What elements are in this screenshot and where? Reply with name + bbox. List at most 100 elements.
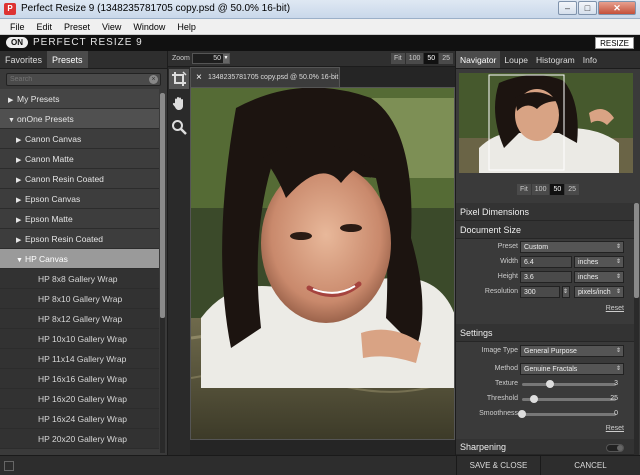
zoom-25-button[interactable]: 25: [439, 53, 453, 64]
settings-scrollbar[interactable]: [634, 203, 639, 455]
image-preview[interactable]: [190, 87, 455, 440]
height-field[interactable]: 3.6: [520, 271, 572, 283]
sharpening-toggle[interactable]: [606, 444, 624, 452]
tab-info[interactable]: Info: [579, 51, 601, 68]
tab-histogram[interactable]: Histogram: [532, 51, 579, 68]
preset-category[interactable]: ▶ Canon Resin Coated: [0, 169, 159, 189]
clear-search-icon[interactable]: ×: [149, 75, 158, 84]
preset-category[interactable]: ▶ Epson Resin Coated: [0, 229, 159, 249]
image-type-label: Image Type: [481, 347, 518, 354]
menu-file[interactable]: File: [4, 22, 31, 32]
nav-zoom-25-button[interactable]: 25: [565, 184, 580, 195]
width-unit-select[interactable]: inches ⇕: [574, 256, 624, 268]
updown-icon: ⇕: [615, 244, 621, 250]
resolution-stepper[interactable]: ⇕: [562, 286, 570, 298]
close-document-icon[interactable]: ×: [196, 72, 202, 83]
triangle-right-icon[interactable]: ▶: [16, 171, 25, 191]
width-unit-value: inches: [578, 259, 599, 266]
preset-item[interactable]: HP 8x10 Gallery Wrap: [0, 289, 159, 309]
preset-category[interactable]: ▼ onOne Presets: [0, 109, 159, 129]
resize-mode-button[interactable]: RESIZE: [595, 37, 634, 49]
zoom-tool-icon[interactable]: [169, 117, 189, 137]
method-label: Method: [494, 365, 518, 372]
triangle-down-icon[interactable]: ▼: [16, 251, 25, 271]
preset-category[interactable]: ▶ Epson Matte: [0, 209, 159, 229]
zoom-fit-button[interactable]: Fit: [390, 53, 405, 64]
cancel-button[interactable]: CANCEL: [540, 456, 640, 475]
menu-help[interactable]: Help: [171, 22, 202, 32]
preset-item[interactable]: HP 20x20 Gallery Wrap: [0, 429, 159, 449]
preset-item[interactable]: HP 16x24 Gallery Wrap: [0, 409, 159, 429]
texture-slider[interactable]: [522, 380, 616, 388]
settings-reset-link[interactable]: Reset: [606, 425, 624, 432]
preset-item[interactable]: HP 16x20 Gallery Wrap: [0, 389, 159, 409]
smoothness-slider-knob[interactable]: [518, 410, 526, 418]
preset-scrollbar-thumb[interactable]: [160, 93, 165, 318]
triangle-right-icon[interactable]: ▶: [16, 131, 25, 151]
tab-presets[interactable]: Presets: [47, 51, 88, 68]
triangle-down-icon[interactable]: ▼: [8, 111, 17, 131]
menu-preset[interactable]: Preset: [58, 22, 96, 32]
preset-item[interactable]: HP 16x16 Gallery Wrap: [0, 369, 159, 389]
preset-category[interactable]: ▼ HP Canvas: [0, 249, 159, 269]
save-close-button[interactable]: SAVE & CLOSE: [456, 456, 540, 475]
smoothness-slider[interactable]: [518, 410, 616, 418]
menu-window[interactable]: Window: [127, 22, 171, 32]
zoom-100-button[interactable]: 100: [405, 53, 424, 64]
navigator-thumbnail[interactable]: [459, 73, 633, 173]
nav-zoom-50-button[interactable]: 50: [550, 184, 565, 195]
preset-item[interactable]: HP 10x10 Gallery Wrap: [0, 329, 159, 349]
tab-navigator[interactable]: Navigator: [456, 51, 501, 68]
nav-zoom-100-button[interactable]: 100: [531, 184, 550, 195]
image-type-select[interactable]: General Purpose ⇕: [520, 345, 624, 357]
panel-toggle-icon[interactable]: [4, 461, 14, 471]
chevron-down-icon[interactable]: ▼: [223, 54, 229, 63]
triangle-right-icon[interactable]: ▶: [16, 231, 25, 251]
resolution-unit-select[interactable]: pixels/inch ⇕: [574, 286, 624, 298]
document-tab[interactable]: × 1348235781705 copy.psd @ 50.0% 16-bit: [190, 67, 340, 87]
zoom-field[interactable]: 50 ▼: [192, 53, 230, 64]
zoom-50-button[interactable]: 50: [424, 53, 439, 64]
preset-item[interactable]: HP 11x14 Gallery Wrap: [0, 349, 159, 369]
preset-item-label: HP 16x20 Gallery Wrap: [38, 394, 127, 404]
maximize-button[interactable]: □: [578, 1, 597, 15]
preset-category[interactable]: ▶ Epson Canvas: [0, 189, 159, 209]
preset-category[interactable]: ▶ Canon Matte: [0, 149, 159, 169]
preset-search-input[interactable]: [7, 74, 147, 85]
preset-category[interactable]: ▶ My Presets: [0, 89, 159, 109]
tab-favorites[interactable]: Favorites: [0, 51, 47, 68]
method-select[interactable]: Genuine Fractals ⇕: [520, 363, 624, 375]
triangle-right-icon[interactable]: ▶: [8, 91, 17, 111]
preset-scrollbar[interactable]: [160, 93, 165, 453]
resolution-unit-value: pixels/inch: [578, 289, 611, 296]
preset-category[interactable]: ▶ Canon Canvas: [0, 129, 159, 149]
threshold-slider-knob[interactable]: [529, 395, 538, 403]
nav-zoom-fit-button[interactable]: Fit: [517, 184, 531, 195]
minimize-button[interactable]: –: [558, 1, 577, 15]
width-field[interactable]: 6.4: [520, 256, 572, 268]
triangle-right-icon[interactable]: ▶: [16, 151, 25, 171]
tab-loupe[interactable]: Loupe: [500, 51, 532, 68]
menu-view[interactable]: View: [96, 22, 127, 32]
triangle-right-icon[interactable]: ▶: [16, 191, 25, 211]
threshold-slider[interactable]: [522, 395, 616, 403]
preset-select[interactable]: Custom ⇕: [520, 241, 624, 253]
preset-item[interactable]: HP 8x8 Gallery Wrap: [0, 269, 159, 289]
triangle-right-icon[interactable]: ▶: [16, 211, 25, 231]
settings-scrollbar-thumb[interactable]: [634, 203, 639, 298]
hand-tool-icon[interactable]: [169, 93, 189, 113]
app-header: ON PERFECT RESIZE 9 RESIZE: [0, 35, 640, 51]
texture-slider-knob[interactable]: [546, 380, 555, 388]
menu-edit[interactable]: Edit: [31, 22, 59, 32]
document-size-reset-link[interactable]: Reset: [606, 305, 624, 312]
crop-tool-icon[interactable]: [169, 69, 189, 89]
smoothness-value: 0: [614, 410, 618, 417]
height-unit-select[interactable]: inches ⇕: [574, 271, 624, 283]
updown-icon: ⇕: [615, 289, 621, 295]
close-window-button[interactable]: ✕: [598, 1, 636, 15]
pixel-dimensions-header[interactable]: Pixel Dimensions: [456, 203, 634, 221]
document-size-header[interactable]: Document Size: [456, 221, 634, 239]
resolution-field[interactable]: 300: [520, 286, 560, 298]
settings-header[interactable]: Settings: [456, 324, 634, 342]
preset-item[interactable]: HP 8x12 Gallery Wrap: [0, 309, 159, 329]
